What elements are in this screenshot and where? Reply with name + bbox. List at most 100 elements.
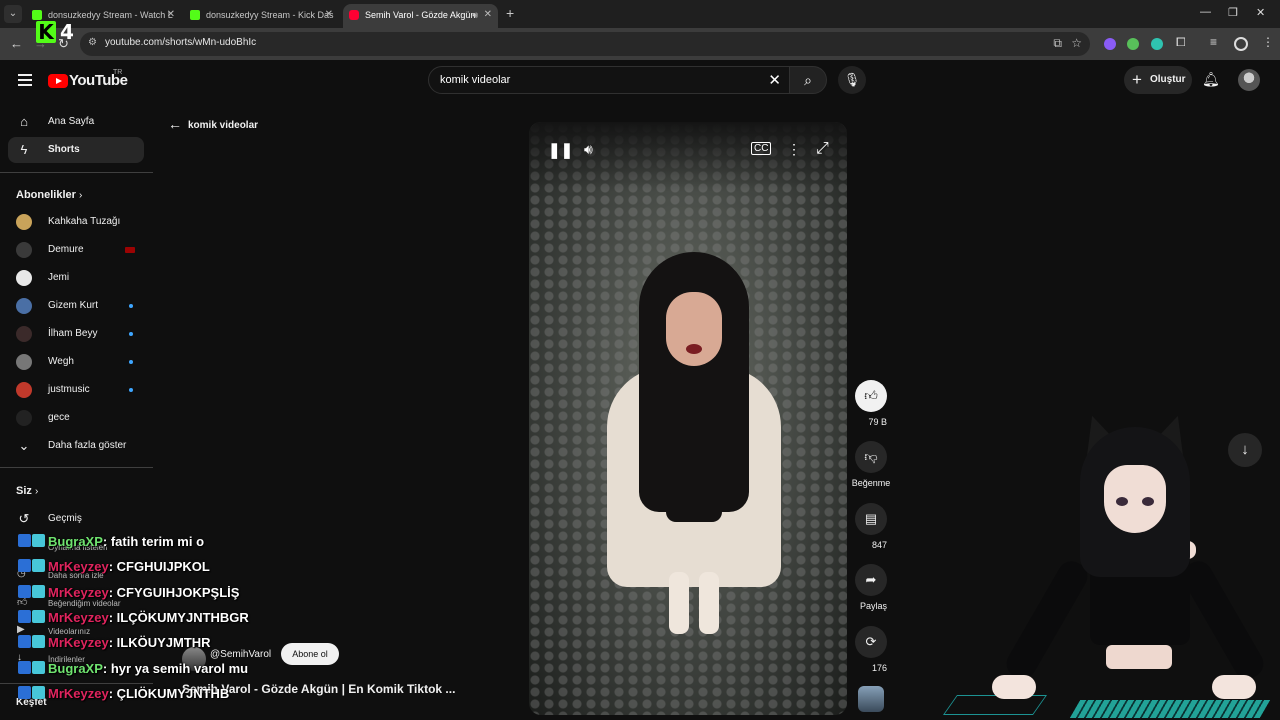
- address-bar[interactable]: ⚙ youtube.com/shorts/wMn-udoBhIc ⧉ ☆: [80, 32, 1090, 56]
- search-icon: ⌕: [804, 72, 812, 88]
- voice-search-button[interactable]: 🎙︎: [838, 66, 866, 94]
- chat-message: MrKeyzey: CFYGUIHJOKPŞLİŞ: [18, 584, 239, 600]
- minimize-icon[interactable]: —: [1200, 6, 1211, 18]
- share-button[interactable]: ➦ Paylaş: [855, 564, 887, 614]
- account-avatar[interactable]: [1238, 69, 1260, 91]
- speaker-icon[interactable]: 🔊︎: [472, 4, 478, 26]
- sidebar-subscription[interactable]: Demure: [8, 237, 144, 263]
- fullscreen-icon[interactable]: ⤢: [816, 140, 829, 158]
- chat-text: : ILÇÖKUMYJNTHBGR: [108, 609, 249, 625]
- sidebar-item-label: Geçmiş: [48, 513, 82, 524]
- comments-button[interactable]: ▤ 847: [855, 503, 887, 553]
- share-label: Paylaş: [859, 601, 887, 611]
- close-window-icon[interactable]: ✕: [1256, 6, 1265, 19]
- like-icon: 👍︎: [855, 380, 887, 412]
- tab-search-button[interactable]: ⌄: [4, 5, 22, 23]
- chat-username: BugraXP: [48, 534, 103, 549]
- browser-menu-icon[interactable]: ⋮: [1262, 35, 1274, 49]
- new-tab-icon[interactable]: +: [506, 5, 514, 21]
- chat-badge-icon: [32, 559, 45, 573]
- chat-username: MrKeyzey: [48, 584, 109, 600]
- chat-username: MrKeyzey: [48, 635, 109, 651]
- sidebar-subscription[interactable]: Jemi: [8, 265, 144, 291]
- channel-avatar: [16, 270, 32, 286]
- subscriptions-heading-label: Abonelikler: [16, 189, 76, 201]
- maximize-icon[interactable]: ❐: [1228, 6, 1238, 19]
- subscribe-button[interactable]: Abone ol: [281, 643, 339, 665]
- bookmark-star-icon[interactable]: ☆: [1071, 36, 1082, 50]
- back-to-search[interactable]: ← komik videolar: [168, 116, 258, 132]
- close-tab-icon[interactable]: ✕: [325, 4, 333, 26]
- chat-badge-icon: [32, 635, 45, 649]
- youtube-icon: [349, 10, 359, 20]
- chat-badge-icon: [32, 685, 45, 699]
- channel-name[interactable]: @SemihVarol: [210, 649, 271, 660]
- install-app-icon[interactable]: ⧉: [1053, 36, 1062, 51]
- sidebar-subscription[interactable]: Gizem Kurt: [8, 293, 144, 319]
- notifications-bell-icon[interactable]: 🔔︎: [1202, 71, 1220, 88]
- sidebar-subscription[interactable]: gece: [8, 405, 144, 431]
- extensions-puzzle-icon[interactable]: ⧠: [1176, 35, 1186, 50]
- close-tab-icon[interactable]: ✕: [167, 4, 175, 26]
- sidebar-item-history[interactable]: ↺ Geçmiş: [8, 506, 144, 532]
- new-content-dot: [129, 304, 133, 308]
- avatar-arm: [1177, 556, 1269, 684]
- extension-icon[interactable]: [1151, 38, 1163, 50]
- audio-source-thumbnail[interactable]: [858, 686, 884, 712]
- shorts-icon: ϟ: [20, 142, 28, 157]
- sidebar-item-label: Wegh: [48, 356, 74, 367]
- guide-menu-icon[interactable]: [18, 74, 32, 86]
- mic-icon: 🎙︎: [843, 72, 861, 87]
- like-button[interactable]: 👍︎ 79 B: [855, 380, 887, 430]
- search-input[interactable]: komik videolar: [440, 74, 510, 86]
- back-label: komik videolar: [188, 120, 259, 131]
- tab-title: donsuzkedyy Stream - Kick Das: [206, 10, 334, 20]
- chat-badge-icon: [18, 660, 31, 674]
- close-tab-icon[interactable]: ✕: [484, 4, 492, 26]
- tab-youtube[interactable]: Semih Varol - Gözde Akgün 🔊︎ ✕: [343, 4, 498, 28]
- sidebar-subscription[interactable]: Wegh: [8, 349, 144, 375]
- new-content-dot: [129, 332, 133, 336]
- divider: [0, 683, 153, 684]
- extension-icon[interactable]: [1104, 38, 1116, 50]
- create-button[interactable]: + Oluştur: [1124, 66, 1192, 94]
- pause-icon[interactable]: ❚❚: [548, 141, 573, 159]
- remix-count: 176: [871, 663, 887, 673]
- sidebar-item-label: Jemi: [48, 272, 70, 283]
- sidebar-item-liked-videos[interactable]: Beğendiğim videolar: [48, 599, 121, 608]
- reading-list-icon[interactable]: ≡: [1210, 35, 1217, 49]
- captions-icon[interactable]: CC: [751, 142, 772, 155]
- live-indicator: [125, 247, 135, 253]
- dislike-button[interactable]: 👎︎ Beğenme: [852, 441, 890, 491]
- site-info-icon[interactable]: ⚙: [88, 37, 100, 49]
- kick-icon: K: [36, 21, 56, 43]
- avatar-mousepad: [942, 695, 1048, 715]
- clear-search-icon[interactable]: ✕: [768, 71, 781, 89]
- country-code: TR: [113, 69, 123, 76]
- you-heading[interactable]: Siz ›: [16, 485, 38, 497]
- avatar-eye: [1116, 497, 1128, 506]
- sidebar-subscription[interactable]: İlham Beyy: [8, 321, 144, 347]
- sidebar-subscription[interactable]: justmusic: [8, 377, 144, 403]
- search-button[interactable]: ⌕: [789, 66, 827, 94]
- youtube-logo[interactable]: YouTube TR: [48, 69, 128, 89]
- tab-kick-2[interactable]: donsuzkedyy Stream - Kick Das ✕: [184, 4, 339, 28]
- show-more-button[interactable]: ⌄ Daha fazla göster: [8, 433, 144, 459]
- kick-overlay-count: 4: [60, 20, 74, 44]
- sidebar-subscription[interactable]: Kahkaha Tuzağı: [8, 209, 144, 235]
- search-box[interactable]: komik videolar ✕: [428, 66, 790, 94]
- volume-icon[interactable]: 🔊︎: [584, 141, 593, 158]
- vtuber-avatar: [942, 405, 1271, 720]
- chat-message: MrKeyzey: ILÇÖKUMYJNTHBGR: [18, 609, 249, 625]
- extension-icon[interactable]: [1127, 38, 1139, 50]
- profile-icon[interactable]: [1234, 37, 1248, 51]
- sidebar-item-home[interactable]: ⌂ Ana Sayfa: [8, 109, 144, 135]
- shorts-video-player[interactable]: ❚❚ 🔊︎ CC ⋮ ⤢: [529, 122, 847, 715]
- more-options-icon[interactable]: ⋮: [787, 141, 801, 158]
- subscriptions-heading[interactable]: Abonelikler ›: [16, 189, 82, 201]
- back-icon[interactable]: ←: [10, 36, 23, 51]
- sidebar-item-shorts[interactable]: ϟ Shorts: [8, 137, 144, 163]
- divider: [0, 467, 153, 468]
- remix-button[interactable]: ⟳ 176: [855, 626, 887, 676]
- avatar-midriff: [1106, 645, 1172, 669]
